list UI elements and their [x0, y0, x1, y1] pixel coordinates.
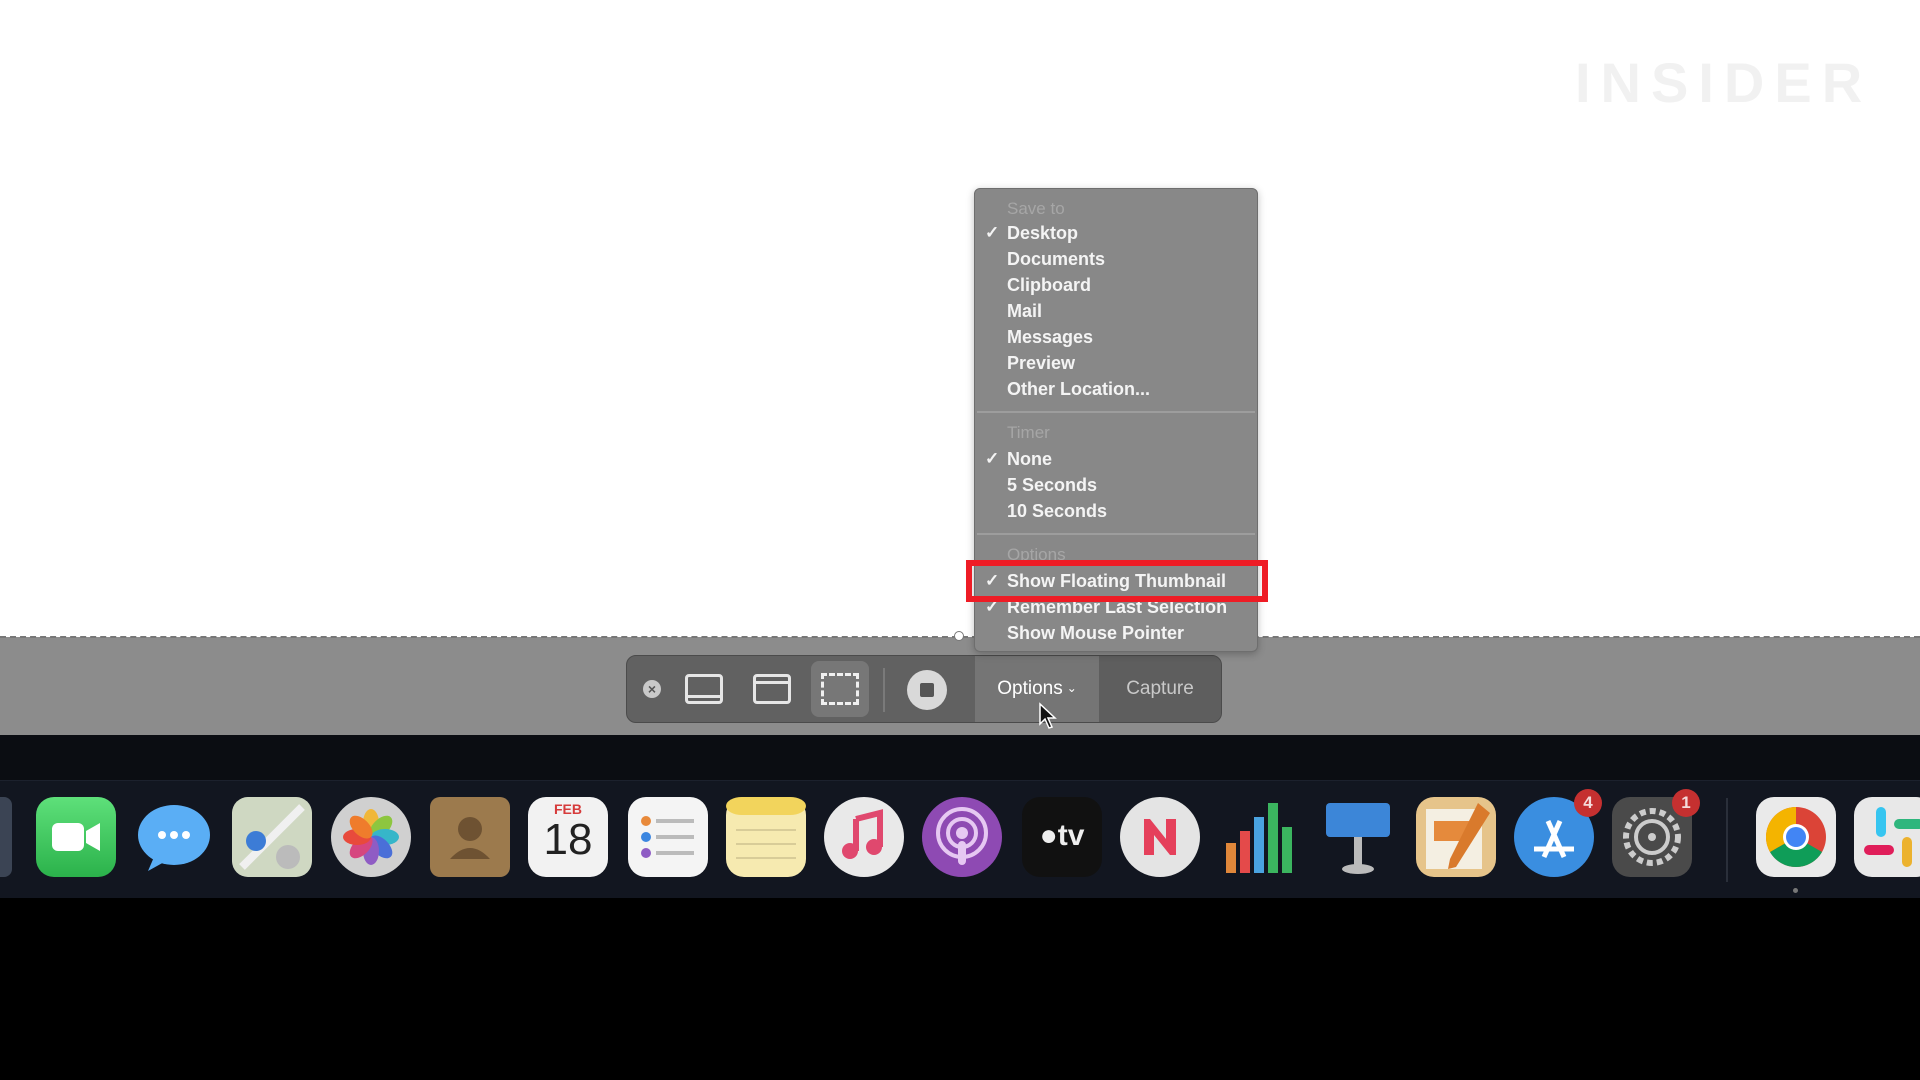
desktop-area: INSIDER: [0, 0, 1920, 637]
pages-icon: [1426, 803, 1490, 869]
menu-item-timer-none[interactable]: ✓ None: [985, 449, 1052, 470]
menu-header-save-to: Save to: [1007, 199, 1065, 218]
dock-app-numbers[interactable]: [1220, 797, 1300, 877]
menu-item-10-seconds[interactable]: 10 Seconds: [1007, 501, 1107, 522]
dock-app-keynote[interactable]: [1318, 797, 1398, 877]
menu-item-preview[interactable]: Preview: [1007, 353, 1075, 374]
screenshot-toolbar: × Options ⌄ Capture: [626, 655, 1222, 723]
menu-item-show-mouse-pointer[interactable]: Show Mouse Pointer: [1007, 623, 1184, 644]
tv-icon: ●tv: [1039, 819, 1085, 852]
menu-item-label: Messages: [1007, 327, 1094, 347]
menu-item-label: 10 Seconds: [1007, 501, 1108, 521]
chevron-down-icon: ⌄: [1066, 681, 1077, 695]
contacts-icon: [450, 817, 490, 859]
keynote-icon: [1326, 803, 1390, 874]
notification-badge: 4: [1574, 789, 1602, 817]
slack-icon: [1864, 807, 1920, 867]
numbers-icon: [1226, 803, 1292, 873]
menu-item-label: Documents: [1007, 249, 1106, 269]
tv-label: tv: [1057, 819, 1085, 852]
dock-app-partial[interactable]: [0, 797, 12, 877]
dock-app-system-preferences[interactable]: 1: [1612, 789, 1700, 877]
dock-app-calendar[interactable]: FEB 18: [528, 797, 608, 877]
menu-item-label: Preview: [1007, 353, 1076, 373]
record-button[interactable]: [907, 670, 947, 710]
capture-entire-screen-button[interactable]: [683, 672, 725, 706]
menu-item-label: Mail: [1007, 301, 1043, 321]
menu-item-label: Clipboard: [1007, 275, 1091, 295]
notes-icon: [726, 797, 806, 859]
dock-app-facetime[interactable]: [36, 797, 116, 877]
options-button[interactable]: Options ⌄: [975, 656, 1099, 722]
dock-app-news[interactable]: [1120, 797, 1200, 877]
screen-icon: [685, 674, 723, 704]
capture-selection-button[interactable]: [811, 661, 869, 717]
window-icon: [753, 674, 791, 704]
menu-item-label: Other Location...: [1007, 379, 1151, 399]
capture-button[interactable]: Capture: [1099, 656, 1221, 722]
menu-item-5-seconds[interactable]: 5 Seconds: [1007, 475, 1097, 496]
dock-app-maps[interactable]: [232, 797, 312, 877]
dock-app-tv[interactable]: ●tv: [1022, 797, 1102, 877]
messages-icon: [138, 805, 210, 871]
running-indicator: [1793, 888, 1798, 893]
toolbar-divider: [883, 668, 885, 712]
maps-icon: [232, 797, 312, 877]
screen-bottom: [0, 898, 1920, 1080]
selection-icon: [821, 673, 859, 705]
menu-separator: [977, 411, 1255, 413]
screen: INSIDER × Options ⌄ Capture Save to ✓ Desk…: [0, 0, 1920, 1080]
facetime-icon: [52, 823, 100, 851]
menu-item-desktop[interactable]: ✓ Desktop: [985, 223, 1079, 244]
record-icon: [920, 683, 934, 697]
menu-item-other-location[interactable]: Other Location...: [1007, 379, 1150, 400]
dock-separator: [1726, 798, 1728, 882]
menu-item-label: Show Mouse Pointer: [1007, 623, 1185, 643]
dock-app-music[interactable]: [824, 797, 904, 877]
dock-app-app-store[interactable]: 4: [1514, 789, 1602, 877]
checkmark-icon: ✓: [985, 223, 1000, 242]
reminders-icon: [641, 816, 694, 858]
photos-icon: [343, 809, 399, 865]
notification-badge: 1: [1672, 789, 1700, 817]
menu-item-label: Desktop: [1007, 223, 1079, 243]
music-icon: [842, 809, 883, 859]
menu-header-timer: Timer: [1007, 423, 1050, 442]
menu-item-label: 5 Seconds: [1007, 475, 1098, 495]
dock-app-photos[interactable]: [331, 797, 411, 877]
checkmark-icon: ✓: [985, 449, 1000, 468]
dock-app-notes[interactable]: [726, 797, 806, 877]
dock-app-pages[interactable]: [1416, 797, 1496, 877]
mouse-cursor-icon: [1039, 702, 1057, 729]
dock-app-slack[interactable]: [1854, 797, 1920, 877]
insider-watermark: INSIDER: [1575, 51, 1873, 114]
menu-item-mail[interactable]: Mail: [1007, 301, 1042, 322]
menu-item-documents[interactable]: Documents: [1007, 249, 1105, 270]
podcasts-icon: [936, 807, 988, 865]
calendar-icon: FEB 18: [528, 797, 608, 877]
menu-item-label: None: [1007, 449, 1052, 469]
options-label: Options: [997, 678, 1063, 699]
selection-handle[interactable]: [954, 631, 964, 641]
capture-window-button[interactable]: [751, 672, 793, 706]
dock-app-contacts[interactable]: [430, 797, 510, 877]
menu-item-clipboard[interactable]: Clipboard: [1007, 275, 1091, 296]
menu-item-messages[interactable]: Messages: [1007, 327, 1093, 348]
news-icon: [1144, 819, 1176, 855]
close-icon[interactable]: ×: [643, 680, 661, 698]
highlight-box: [966, 560, 1268, 602]
dock-app-reminders[interactable]: [628, 797, 708, 877]
calendar-day: 18: [543, 815, 593, 864]
chrome-icon: [1765, 807, 1826, 868]
dock-app-chrome[interactable]: [1756, 797, 1836, 877]
menu-separator: [977, 533, 1255, 535]
dock-app-messages[interactable]: [134, 797, 214, 877]
dock-app-podcasts[interactable]: [922, 797, 1002, 877]
